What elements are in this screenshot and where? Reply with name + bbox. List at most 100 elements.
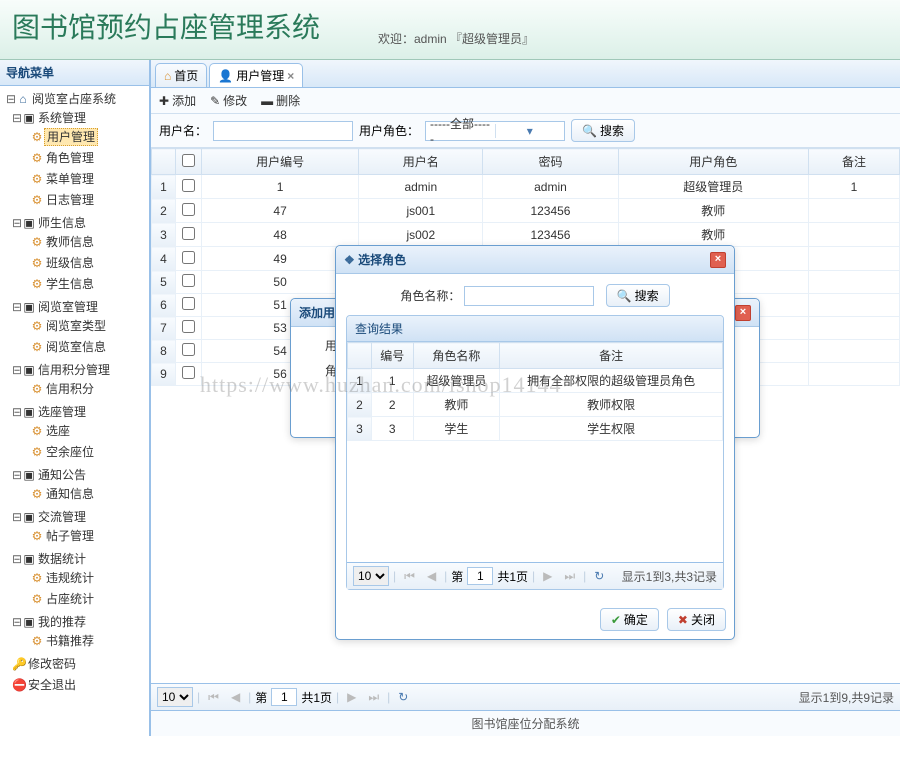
col-header[interactable]: 用户名 [359, 149, 483, 175]
row-checkbox[interactable] [182, 320, 195, 333]
tree-group[interactable]: 数据统计 [36, 551, 88, 567]
col-header[interactable]: 备注 [500, 343, 723, 369]
expand-icon[interactable]: ⊟ [12, 363, 22, 377]
expand-icon[interactable]: ⊟ [12, 300, 22, 314]
ok-button[interactable]: ✔确定 [600, 608, 659, 631]
tab-close-icon[interactable]: × [287, 69, 294, 83]
tree-group[interactable]: 信用积分管理 [36, 362, 112, 378]
row-checkbox[interactable] [182, 297, 195, 310]
expand-icon[interactable]: ⊟ [12, 405, 22, 419]
expand-icon[interactable]: ⊟ [12, 615, 22, 629]
row-checkbox[interactable] [182, 343, 195, 356]
table-row[interactable]: 11超级管理员拥有全部权限的超级管理员角色 [348, 369, 723, 393]
table-row[interactable]: 33学生学生权限 [348, 417, 723, 441]
page-input[interactable] [271, 688, 297, 706]
search-icon: 🔍 [617, 289, 632, 303]
pager-refresh-icon[interactable]: ↻ [394, 690, 412, 704]
row-checkbox[interactable] [182, 366, 195, 379]
table-row[interactable]: 11adminadmin超级管理员1 [152, 175, 900, 199]
row-checkbox[interactable] [182, 227, 195, 240]
tree-item[interactable]: 通知信息 [44, 486, 96, 502]
tree-item[interactable]: 违规统计 [44, 570, 96, 586]
expand-icon[interactable]: ⊟ [12, 552, 22, 566]
role-page-input[interactable] [467, 567, 493, 585]
tree-item[interactable]: 安全退出 [26, 677, 78, 693]
tree-item[interactable]: 选座 [44, 423, 72, 439]
role-pager-next-icon[interactable]: ▶ [539, 569, 556, 583]
role-pager-prev-icon[interactable]: ◀ [423, 569, 440, 583]
tree-item[interactable]: 信用积分 [44, 381, 96, 397]
role-search-button[interactable]: 🔍搜索 [606, 284, 670, 307]
col-header[interactable]: 用户角色 [618, 149, 808, 175]
pager-first-icon[interactable]: ⏮ [204, 690, 223, 705]
add-button[interactable]: ✚添加 [159, 92, 196, 109]
role-combo[interactable]: -----全部----- ▾ [425, 121, 565, 141]
tree-item[interactable]: 日志管理 [44, 192, 96, 208]
col-header[interactable]: 用户编号 [202, 149, 359, 175]
row-checkbox[interactable] [182, 203, 195, 216]
dialog-role-close-icon[interactable]: × [710, 252, 726, 268]
expand-icon[interactable]: ⊟ [12, 510, 22, 524]
tree-item[interactable]: 用户管理 [44, 128, 98, 146]
edit-button[interactable]: ✎修改 [210, 92, 247, 109]
cell: 教师 [413, 393, 500, 417]
tree-item[interactable]: 修改密码 [26, 656, 78, 672]
col-header[interactable]: 密码 [483, 149, 618, 175]
tree-item[interactable]: 学生信息 [44, 276, 96, 292]
tree-item[interactable]: 阅览室类型 [44, 318, 108, 334]
tree-group[interactable]: 系统管理 [36, 110, 88, 126]
tab-home[interactable]: ⌂ 首页 [155, 63, 207, 87]
table-row[interactable]: 348js002123456教师 [152, 223, 900, 247]
tab-user-mgmt[interactable]: 👤 用户管理 × [209, 63, 303, 87]
tree-item[interactable]: 班级信息 [44, 255, 96, 271]
tree-group[interactable]: 交流管理 [36, 509, 88, 525]
tree-group[interactable]: 通知公告 [36, 467, 88, 483]
tree-item[interactable]: 帖子管理 [44, 528, 96, 544]
role-search-input[interactable] [464, 286, 594, 306]
tree-root[interactable]: 阅览室占座系统 [30, 91, 118, 107]
chevron-down-icon[interactable]: ▾ [495, 124, 565, 138]
row-checkbox[interactable] [182, 274, 195, 287]
select-all-checkbox[interactable] [182, 154, 195, 167]
pager-next-icon[interactable]: ▶ [343, 690, 360, 704]
expand-icon[interactable]: ⊟ [12, 468, 22, 482]
tree-item[interactable]: 占座统计 [44, 591, 96, 607]
cell: 1 [372, 369, 414, 393]
tree-item[interactable]: 教师信息 [44, 234, 96, 250]
col-header[interactable]: 编号 [372, 343, 414, 369]
table-row[interactable]: 247js001123456教师 [152, 199, 900, 223]
search-button[interactable]: 🔍搜索 [571, 119, 635, 142]
row-checkbox[interactable] [182, 251, 195, 264]
cancel-button[interactable]: ✖关闭 [667, 608, 726, 631]
tree-item[interactable]: 书籍推荐 [44, 633, 96, 649]
expand-icon[interactable]: ⊟ [12, 216, 22, 230]
tree-group[interactable]: 师生信息 [36, 215, 88, 231]
col-header[interactable]: 角色名称 [413, 343, 500, 369]
cell: 2 [372, 393, 414, 417]
dialog-role-title-bar[interactable]: ❖ 选择角色 × [336, 246, 734, 274]
tree-item[interactable]: 空余座位 [44, 444, 96, 460]
table-row[interactable]: 22教师教师权限 [348, 393, 723, 417]
user-input[interactable] [213, 121, 353, 141]
pager-prev-icon[interactable]: ◀ [227, 690, 244, 704]
footer: 图书馆座位分配系统 [151, 710, 900, 736]
tree-group[interactable]: 我的推荐 [36, 614, 88, 630]
tree-group[interactable]: 阅览室管理 [36, 299, 100, 315]
role-pager-first-icon[interactable]: ⏮ [400, 569, 419, 584]
expand-icon[interactable]: ⊟ [6, 92, 16, 106]
role-pager-last-icon[interactable]: ⏭ [560, 569, 579, 584]
col-header[interactable]: 备注 [808, 149, 899, 175]
tree-item[interactable]: 阅览室信息 [44, 339, 108, 355]
dialog-add-close-icon[interactable]: × [735, 305, 751, 321]
delete-button[interactable]: ▬删除 [261, 92, 300, 109]
row-checkbox[interactable] [182, 179, 195, 192]
tree-group[interactable]: 选座管理 [36, 404, 88, 420]
row-number: 3 [152, 223, 176, 247]
tree-item[interactable]: 菜单管理 [44, 171, 96, 187]
expand-icon[interactable]: ⊟ [12, 111, 22, 125]
role-pager-refresh-icon[interactable]: ↻ [590, 569, 608, 583]
page-size-select[interactable]: 10 [157, 687, 193, 707]
tree-item[interactable]: 角色管理 [44, 150, 96, 166]
role-page-size-select[interactable]: 10 [353, 566, 389, 586]
pager-last-icon[interactable]: ⏭ [364, 690, 383, 705]
